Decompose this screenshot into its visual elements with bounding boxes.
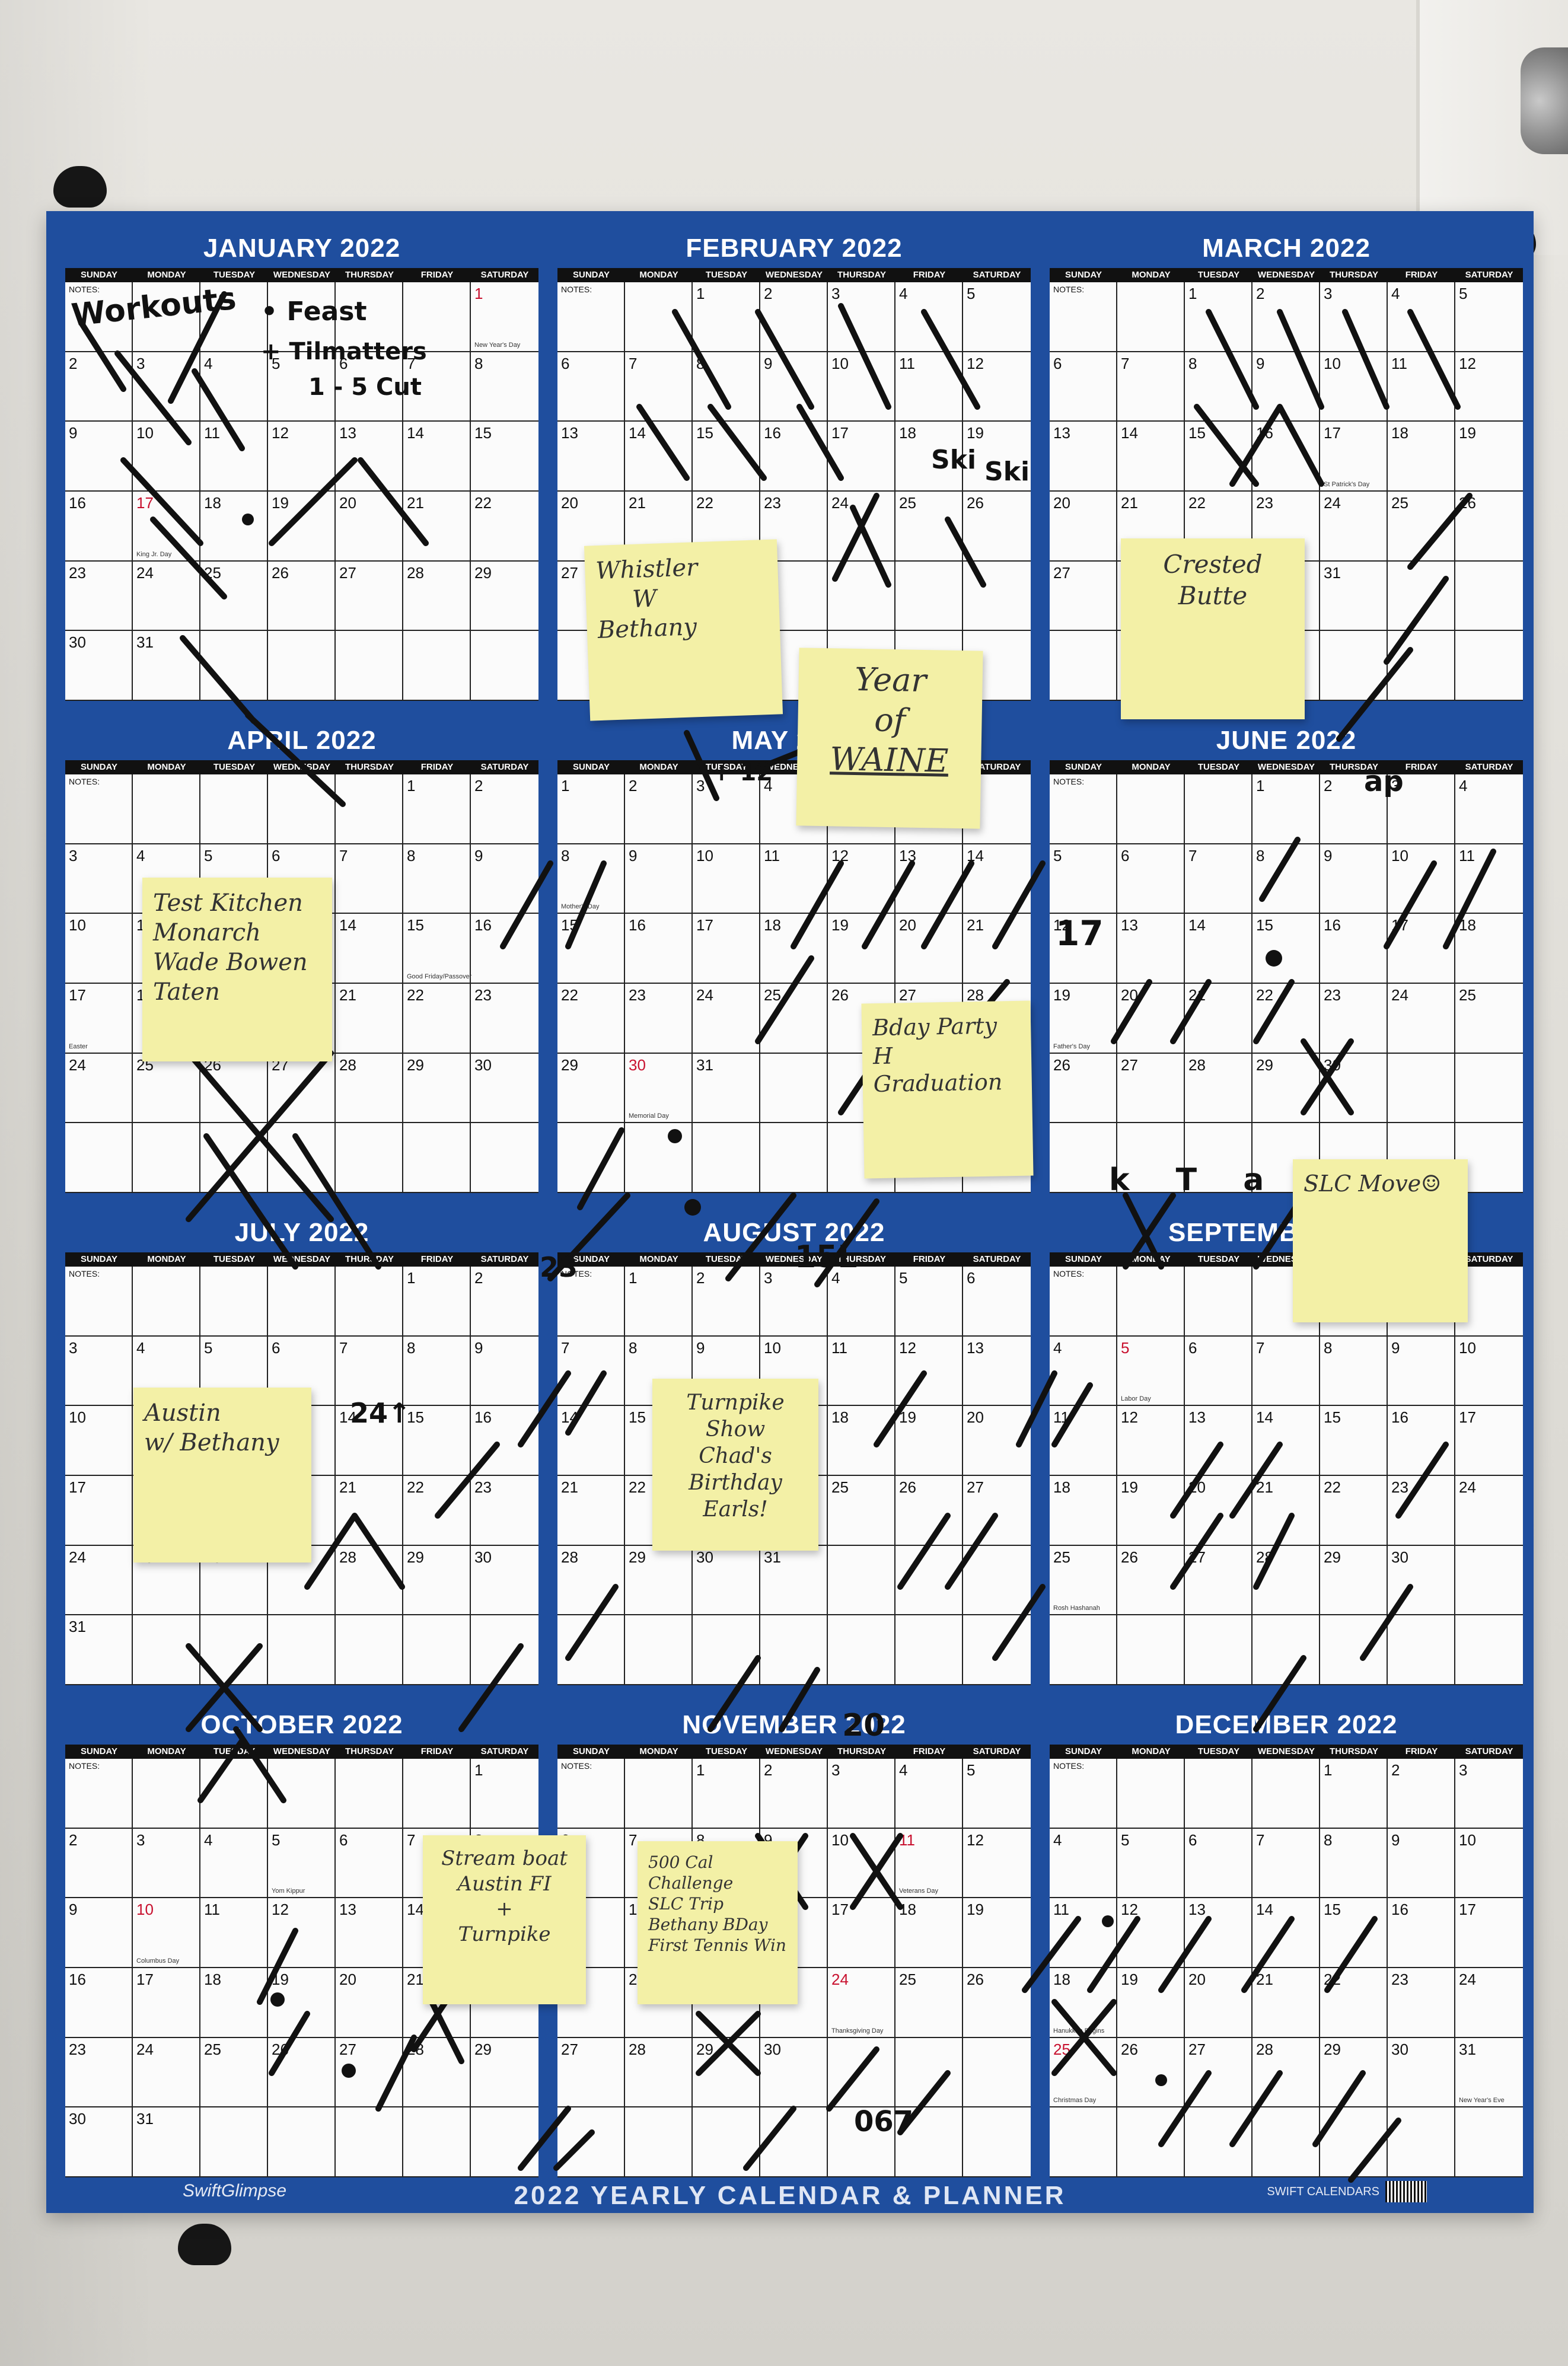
handwriting-jun-17: 17 (1056, 913, 1104, 954)
tape-top-left (53, 166, 107, 208)
sticky-line: H Graduation (872, 1042, 1003, 1098)
sticky-line: w/ Bethany (144, 1429, 279, 1456)
jan-strokes (79, 291, 429, 807)
sticky-line: Taten (153, 978, 220, 1006)
sticky-line: Austin FI (457, 1871, 552, 1896)
tape-bottom-left (178, 2224, 231, 2265)
handwriting-mar-note: ap (1364, 765, 1404, 798)
sticky-line: Butte (1178, 581, 1248, 610)
sticky-line: Crested (1163, 550, 1263, 579)
sticky-line: Year (854, 660, 927, 700)
sticky-line: Bethany (597, 613, 697, 645)
sticky-line: of (874, 701, 906, 739)
door-hinge (1521, 47, 1568, 154)
handwriting-jul-24: 24↑ (350, 1397, 411, 1429)
sticky-line: Turnpike Show (686, 1391, 785, 1442)
sticky-line: 500 Cal Challenge (648, 1852, 734, 1893)
sticky-note-slc-move: SLC Move☺ (1293, 1159, 1468, 1322)
sticky-line: First Tennis Win (648, 1935, 786, 1955)
sticky-line: Chad's Birthday (689, 1444, 782, 1495)
handwriting-ski-2: Ski (984, 457, 1030, 487)
sticky-line: Austin (144, 1399, 221, 1427)
sticky-line: Wade Bowen (153, 949, 308, 976)
sticky-line: + (496, 1897, 513, 1921)
handwriting-aug-20: 20 (842, 1708, 885, 1743)
sticky-line: Test Kitchen (153, 889, 303, 917)
handwriting-tx: + Tilmatters (261, 338, 427, 365)
sticky-note-whistler: Whistler W Bethany (584, 539, 783, 721)
sticky-line: Bethany BDay (648, 1915, 768, 1934)
sep-strokes (1051, 1382, 1449, 1732)
sticky-line: SLC Trip (648, 1894, 724, 1914)
handwriting-may-15: 15L (795, 1239, 858, 1275)
dec-strokes (1022, 1916, 1401, 2183)
sticky-note-april: Test Kitchen Monarch Wade Bowen Taten (142, 878, 332, 1061)
handwriting-feb-note: + 12 (712, 759, 773, 786)
sticky-line: WAINE (829, 740, 949, 780)
sticky-note-stream: Stream boat Austin FI + Turnpike (423, 1835, 586, 2004)
sticky-note-year-of-waine: Year of WAINE (796, 648, 983, 829)
handwriting-apr-23: 23 (540, 1251, 578, 1283)
handwriting-nov-067: 067 (854, 2105, 914, 2138)
sticky-note-turnpike: Turnpike Show Chad's Birthday Earls! (652, 1379, 818, 1551)
sticky-note-november: 500 Cal Challenge SLC Trip Bethany BDay … (638, 1841, 798, 2004)
sticky-line: Bday Party (872, 1012, 997, 1041)
handwriting-feast: • Feast (261, 296, 367, 327)
sticky-line: Stream boat (441, 1847, 568, 1870)
sticky-line: SLC Move☺ (1304, 1171, 1442, 1197)
handwriting-jun-kta: k T a (1109, 1162, 1282, 1198)
handwriting-ski-1: Ski (931, 445, 977, 475)
sticky-note-crested-butte: Crested Butte (1121, 538, 1305, 719)
sticky-line: Turnpike (458, 1922, 551, 1946)
sticky-note-austin: Austin w/ Bethany (133, 1388, 311, 1563)
handwriting-cut: 1 - 5 Cut (308, 374, 422, 401)
sticky-note-bday-party: Bday Party H Graduation (861, 1000, 1034, 1179)
sticky-line: Earls! (703, 1497, 768, 1522)
sticky-line: Monarch (153, 919, 261, 946)
